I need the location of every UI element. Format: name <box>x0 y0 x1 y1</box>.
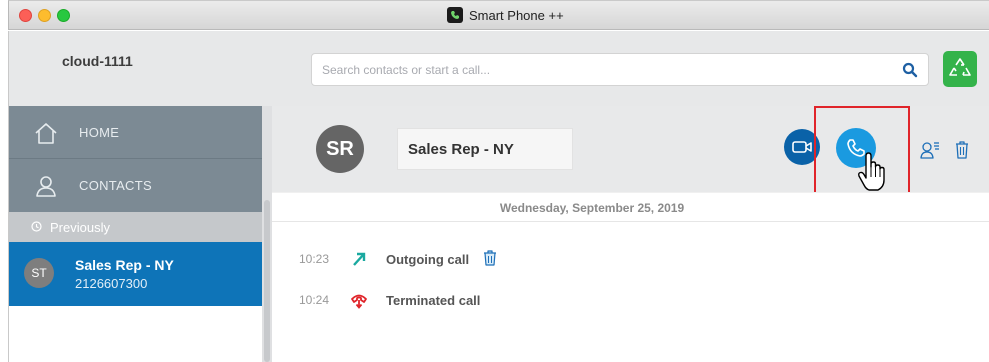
call-status: Outgoing call <box>386 252 470 267</box>
app-icon <box>447 7 463 23</box>
avatar: ST <box>24 258 54 288</box>
search-placeholder: Search contacts or start a call... <box>322 63 491 77</box>
title-bar: Smart Phone ++ <box>8 0 989 30</box>
call-status: Terminated call <box>386 293 481 308</box>
minimize-window-button[interactable] <box>38 9 51 22</box>
section-label: Previously <box>50 220 110 235</box>
close-window-button[interactable] <box>19 9 32 22</box>
sidebar: HOME CONTACTS Previously ST Sales Rep - … <box>8 106 263 362</box>
section-previously: Previously <box>9 212 263 242</box>
scrollbar-thumb[interactable] <box>264 200 270 362</box>
contact-menu-icon[interactable] <box>920 140 940 160</box>
call-time: 10:23 <box>299 252 330 266</box>
contact-name: Sales Rep - NY <box>75 257 174 273</box>
sidebar-item-label: CONTACTS <box>79 178 152 193</box>
call-time: 10:24 <box>299 293 330 307</box>
contact-name-field[interactable]: Sales Rep - NY <box>397 128 573 170</box>
recycle-icon <box>949 58 971 76</box>
contact-name: Sales Rep - NY <box>408 141 514 158</box>
call-log-item[interactable]: 10:23 Outgoing call <box>272 248 989 272</box>
trash-icon[interactable] <box>483 249 497 267</box>
date-separator: Wednesday, September 25, 2019 <box>272 192 989 222</box>
sidebar-item-label: HOME <box>79 125 120 140</box>
zoom-window-button[interactable] <box>57 9 70 22</box>
trash-icon[interactable] <box>954 140 970 160</box>
call-log-item[interactable]: 10:24 Terminated call <box>272 289 989 313</box>
window-title-text: Smart Phone ++ <box>469 7 564 23</box>
list-item-contact[interactable]: ST Sales Rep - NY 2126607300 <box>9 242 263 306</box>
video-icon <box>792 141 812 153</box>
avatar: SR <box>316 125 364 173</box>
clock-icon <box>31 221 42 232</box>
account-name: cloud-1111 <box>62 53 133 69</box>
search-icon[interactable] <box>902 62 918 78</box>
recycle-button[interactable] <box>943 51 977 87</box>
sidebar-item-home[interactable]: HOME <box>9 106 263 159</box>
sidebar-item-contacts[interactable]: CONTACTS <box>9 159 263 212</box>
contact-number: 2126607300 <box>75 276 148 291</box>
outgoing-arrow-icon <box>353 252 366 266</box>
conversation-header: SR Sales Rep - NY <box>272 106 989 210</box>
app-header: cloud-1111 Search contacts or start a ca… <box>8 31 989 106</box>
window-title: Smart Phone ++ <box>447 7 564 23</box>
user-icon <box>36 176 56 197</box>
terminated-call-icon <box>351 294 367 309</box>
date-label: Wednesday, September 25, 2019 <box>499 201 685 215</box>
home-icon <box>35 123 57 144</box>
search-input[interactable]: Search contacts or start a call... <box>311 53 929 86</box>
